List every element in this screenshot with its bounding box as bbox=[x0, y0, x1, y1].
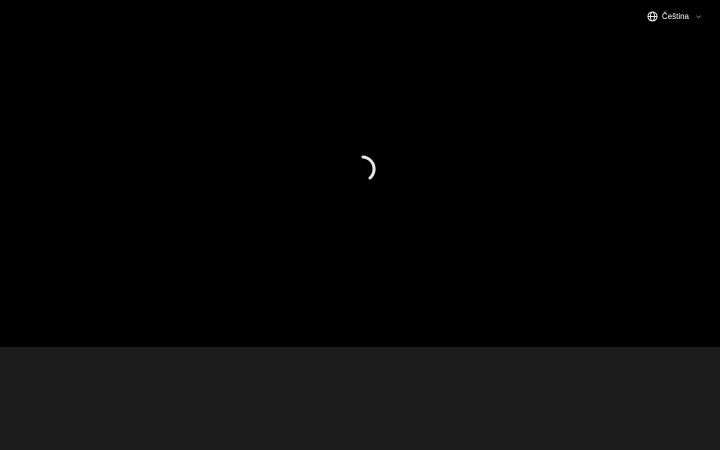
page: Čeština bbox=[0, 0, 720, 450]
language-selector-label: Čeština bbox=[661, 11, 689, 21]
globe-icon bbox=[647, 10, 658, 22]
loading-spinner-icon bbox=[361, 155, 376, 180]
chevron-down-icon bbox=[696, 14, 701, 18]
main-content-area: Čeština bbox=[0, 0, 720, 347]
language-selector[interactable]: Čeština bbox=[647, 8, 702, 24]
footer-area bbox=[0, 347, 720, 450]
